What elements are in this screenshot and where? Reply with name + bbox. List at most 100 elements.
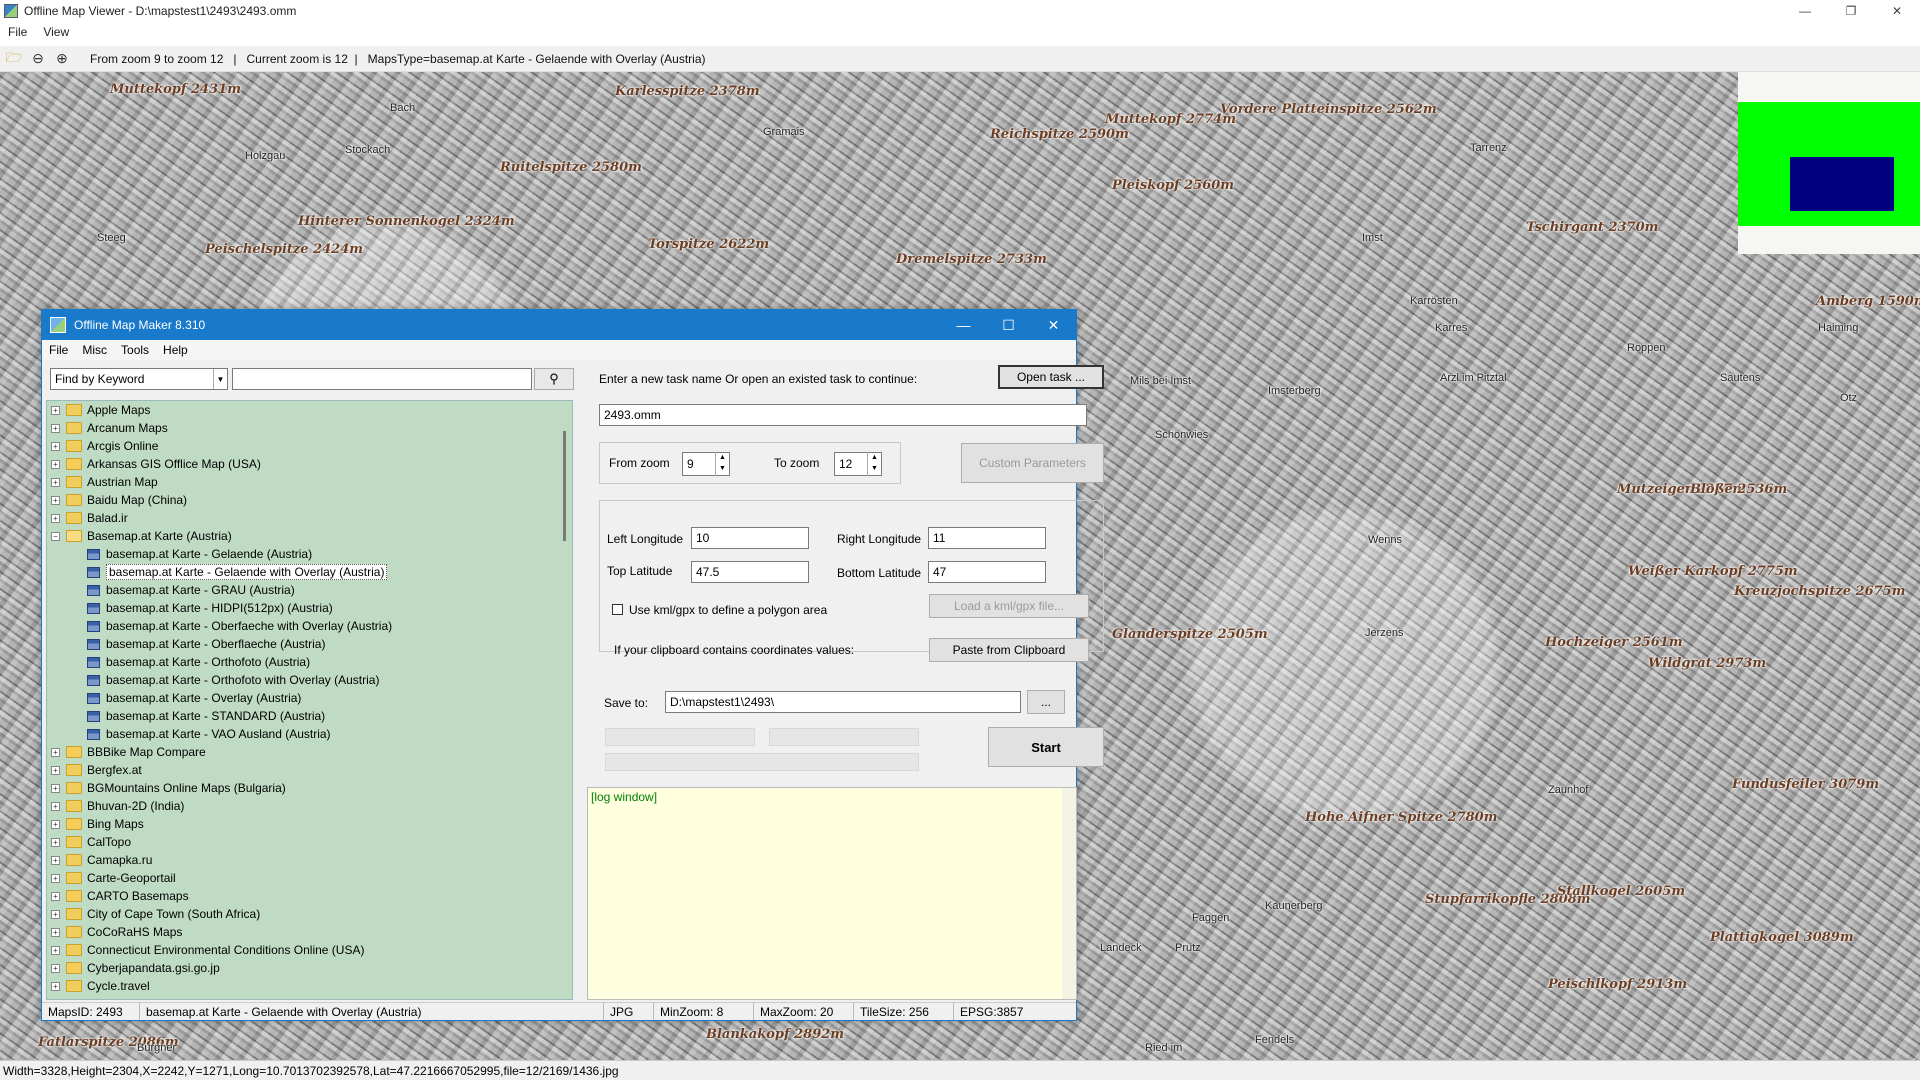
tree-node[interactable]: + Apple Maps — [47, 401, 572, 419]
tree-node[interactable]: + Baidu Map (China) — [47, 491, 572, 509]
minimize-icon[interactable]: — — [941, 310, 986, 340]
tree-node[interactable]: + Bergfex.at — [47, 761, 572, 779]
tree-node[interactable]: + Connecticut Environmental Conditions On… — [47, 941, 572, 959]
zoom-out-icon[interactable]: ⊖ — [28, 49, 48, 69]
expand-icon[interactable]: + — [51, 459, 60, 469]
tree-node[interactable]: + Arkansas GIS Offlice Map (USA) — [47, 455, 572, 473]
expand-icon[interactable]: + — [51, 513, 60, 523]
tree-node[interactable]: + Arcgis Online — [47, 437, 572, 455]
scrollbar-thumb[interactable] — [563, 431, 566, 541]
tree-leaf[interactable]: basemap.at Karte - Orthofoto (Austria) — [47, 653, 572, 671]
tree-leaf[interactable]: basemap.at Karte - Overlay (Austria) — [47, 689, 572, 707]
map-source-tree[interactable]: + Apple Maps + Arcanum Maps + Arcgis Online… — [46, 400, 573, 1000]
to-zoom-spin[interactable]: ▲ ▼ — [867, 452, 881, 476]
expand-icon[interactable]: + — [51, 747, 60, 757]
top-lat-field[interactable]: 47.5 — [691, 561, 809, 583]
expand-icon[interactable]: + — [51, 855, 60, 865]
menu-tools[interactable]: Tools — [114, 343, 156, 357]
tree-node[interactable]: + City of Cape Town (South Africa) — [47, 905, 572, 923]
kml-checkbox[interactable] — [612, 604, 623, 615]
expand-icon[interactable]: + — [51, 837, 60, 847]
tree-node[interactable]: + CoCoRaHS Maps — [47, 923, 572, 941]
tree-node[interactable]: + CalTopo — [47, 833, 572, 851]
tree-leaf[interactable]: basemap.at Karte - Oberflaeche (Austria) — [47, 635, 572, 653]
task-name-field[interactable]: 2493.omm — [599, 404, 1087, 426]
right-lon-field[interactable]: 11 — [928, 527, 1046, 549]
expand-icon[interactable]: + — [51, 873, 60, 883]
overview-minimap[interactable] — [1738, 72, 1920, 254]
tree-scrollbar[interactable] — [560, 401, 572, 999]
tree-node[interactable]: + Cyberjapandata.gsi.go.jp — [47, 959, 572, 977]
collapse-icon[interactable]: − — [51, 531, 60, 541]
tree-node[interactable]: + Carte-Geoportail — [47, 869, 572, 887]
log-window[interactable]: [log window] — [587, 787, 1077, 1000]
zoom-in-icon[interactable]: ⊕ — [52, 49, 72, 69]
tree-node[interactable]: + Balad.ir — [47, 509, 572, 527]
tree-node[interactable]: + Austrian Map — [47, 473, 572, 491]
restore-icon[interactable]: ❐ — [1828, 0, 1874, 22]
expand-icon[interactable]: + — [51, 495, 60, 505]
browse-button[interactable]: ... — [1027, 690, 1065, 714]
open-task-button[interactable]: Open task ... — [998, 365, 1104, 389]
tree-leaf-selected[interactable]: basemap.at Karte - Gelaende with Overlay… — [47, 563, 572, 581]
expand-icon[interactable]: + — [51, 963, 60, 973]
load-kml-button[interactable]: Load a kml/gpx file... — [929, 594, 1089, 618]
menu-misc[interactable]: Misc — [75, 343, 114, 357]
custom-parameters-button[interactable]: Custom Parameters — [961, 443, 1104, 483]
arrow-up-icon[interactable]: ▲ — [868, 452, 881, 463]
overview-viewport[interactable] — [1790, 157, 1894, 211]
menu-file[interactable]: File — [0, 25, 35, 39]
tree-node[interactable]: + Camapka.ru — [47, 851, 572, 869]
menu-view[interactable]: View — [35, 25, 77, 39]
tree-leaf[interactable]: basemap.at Karte - STANDARD (Austria) — [47, 707, 572, 725]
tree-leaf[interactable]: basemap.at Karte - Gelaende (Austria) — [47, 545, 572, 563]
tree-leaf[interactable]: basemap.at Karte - VAO Ausland (Austria) — [47, 725, 572, 743]
expand-icon[interactable]: + — [51, 801, 60, 811]
expand-icon[interactable]: + — [51, 405, 60, 415]
tree-leaf[interactable]: basemap.at Karte - Oberfaeche with Overl… — [47, 617, 572, 635]
start-button[interactable]: Start — [988, 727, 1104, 767]
search-mode-select[interactable]: Find by Keyword ▼ — [50, 368, 228, 390]
arrow-up-icon[interactable]: ▲ — [716, 452, 729, 463]
tree-node[interactable]: + Arcanum Maps — [47, 419, 572, 437]
search-icon[interactable]: ⚲ — [534, 368, 574, 390]
search-input[interactable] — [232, 368, 532, 390]
expand-icon[interactable]: + — [51, 441, 60, 451]
expand-icon[interactable]: + — [51, 765, 60, 775]
expand-icon[interactable]: + — [51, 945, 60, 955]
expand-icon[interactable]: + — [51, 909, 60, 919]
tree-leaf[interactable]: basemap.at Karte - HIDPI(512px) (Austria… — [47, 599, 572, 617]
left-lon-field[interactable]: 10 — [691, 527, 809, 549]
close-icon[interactable]: ✕ — [1874, 0, 1920, 22]
tree-leaf[interactable]: basemap.at Karte - Orthofoto with Overla… — [47, 671, 572, 689]
menu-file[interactable]: File — [42, 343, 75, 357]
from-zoom-spin[interactable]: ▲ ▼ — [715, 452, 729, 476]
expand-icon[interactable]: + — [51, 819, 60, 829]
log-scrollbar[interactable] — [1062, 788, 1076, 999]
arrow-down-icon[interactable]: ▼ — [868, 463, 881, 474]
bottom-lat-field[interactable]: 47 — [928, 561, 1046, 583]
expand-icon[interactable]: + — [51, 891, 60, 901]
expand-icon[interactable]: + — [51, 477, 60, 487]
save-path-field[interactable]: D:\mapstest1\2493\ — [665, 691, 1021, 713]
minimize-icon[interactable]: — — [1782, 0, 1828, 22]
tree-node[interactable]: + Bing Maps — [47, 815, 572, 833]
paste-clipboard-button[interactable]: Paste from Clipboard — [929, 638, 1089, 662]
tree-node[interactable]: + Cycle.travel — [47, 977, 572, 995]
expand-icon[interactable]: + — [51, 423, 60, 433]
expand-icon[interactable]: + — [51, 927, 60, 937]
expand-icon[interactable]: + — [51, 783, 60, 793]
tree-node[interactable]: + BGMountains Online Maps (Bulgaria) — [47, 779, 572, 797]
expand-icon[interactable]: + — [51, 981, 60, 991]
maximize-icon[interactable]: ☐ — [986, 310, 1031, 340]
arrow-down-icon[interactable]: ▼ — [716, 463, 729, 474]
menu-help[interactable]: Help — [156, 343, 195, 357]
tree-leaf[interactable]: basemap.at Karte - GRAU (Austria) — [47, 581, 572, 599]
tree-node[interactable]: + Bhuvan-2D (India) — [47, 797, 572, 815]
tree-node[interactable]: + BBBike Map Compare — [47, 743, 572, 761]
tree-node[interactable]: + CARTO Basemaps — [47, 887, 572, 905]
tree-node[interactable]: − Basemap.at Karte (Austria) — [47, 527, 572, 545]
open-folder-icon[interactable]: 🗁 — [4, 49, 24, 69]
chevron-down-icon[interactable]: ▼ — [213, 369, 227, 389]
close-icon[interactable]: ✕ — [1031, 310, 1076, 340]
